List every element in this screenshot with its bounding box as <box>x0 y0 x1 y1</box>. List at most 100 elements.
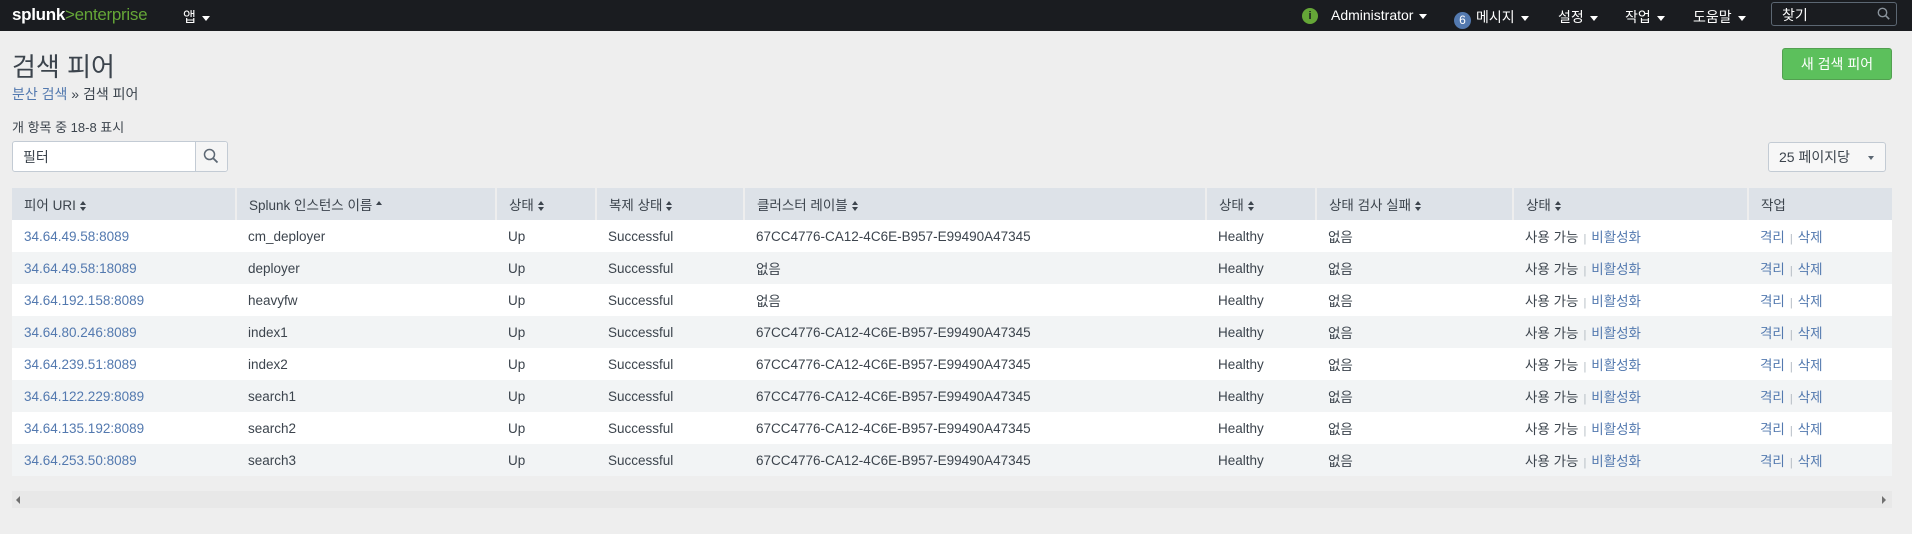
disable-link[interactable]: 비활성화 <box>1591 358 1641 373</box>
enabled-label: 사용 가능 <box>1525 326 1579 341</box>
peer-uri-link[interactable]: 34.64.239.51:8089 <box>24 357 137 372</box>
cell-peer-uri: 34.64.49.58:18089 <box>12 252 236 284</box>
horizontal-scrollbar[interactable] <box>12 491 1892 508</box>
cell-actions: 격리 | 삭제 <box>1748 220 1892 252</box>
disable-link[interactable]: 비활성화 <box>1591 294 1641 309</box>
quarantine-link[interactable]: 격리 <box>1760 326 1785 341</box>
separator: | <box>1789 265 1793 277</box>
delete-link[interactable]: 삭제 <box>1798 358 1823 373</box>
peer-uri-link[interactable]: 34.64.253.50:8089 <box>24 453 137 468</box>
per-page-label: 25 페이지당 <box>1779 149 1850 165</box>
scroll-left-icon[interactable] <box>16 496 20 504</box>
messages-menu[interactable]: 6 메시지 <box>1454 7 1529 29</box>
quarantine-link[interactable]: 격리 <box>1760 390 1785 405</box>
disable-link[interactable]: 비활성화 <box>1591 390 1641 405</box>
app-menu[interactable]: 앱 <box>183 7 210 27</box>
header-label: 상태 <box>1526 198 1551 213</box>
column-header-cluster-label[interactable]: 클러스터 레이블 <box>744 188 1207 220</box>
disable-link[interactable]: 비활성화 <box>1591 262 1641 277</box>
quarantine-link[interactable]: 격리 <box>1760 230 1785 245</box>
peer-uri-link[interactable]: 34.64.192.158:8089 <box>24 293 144 308</box>
cell-peer-uri: 34.64.135.192:8089 <box>12 412 236 444</box>
disable-link[interactable]: 비활성화 <box>1591 230 1641 245</box>
global-search-input[interactable] <box>1780 6 1874 24</box>
info-icon[interactable]: i <box>1302 8 1318 24</box>
quarantine-link[interactable]: 격리 <box>1760 262 1785 277</box>
cell-status: Up <box>496 220 596 252</box>
settings-menu[interactable]: 설정 <box>1558 7 1598 27</box>
column-header-peer-uri[interactable]: 피어 URI <box>12 188 237 220</box>
cell-health-status: Healthy <box>1206 348 1316 380</box>
header-label: 상태 검사 실패 <box>1329 198 1412 213</box>
header-label: 상태 <box>1219 198 1244 213</box>
search-icon[interactable] <box>1877 7 1890 25</box>
peer-uri-link[interactable]: 34.64.49.58:18089 <box>24 261 137 276</box>
separator: | <box>1583 393 1587 405</box>
help-menu[interactable]: 도움말 <box>1693 7 1746 27</box>
peer-uri-link[interactable]: 34.64.49.58:8089 <box>24 229 129 244</box>
delete-link[interactable]: 삭제 <box>1798 230 1823 245</box>
item-count-text: 개 항목 중 18-8 표시 <box>12 120 125 135</box>
delete-link[interactable]: 삭제 <box>1798 262 1823 277</box>
logo-gt: > <box>65 5 75 24</box>
table-row: 34.64.253.50:8089 search3 Up Successful 67CC… <box>12 444 1892 476</box>
activity-menu[interactable]: 작업 <box>1625 7 1665 27</box>
separator: | <box>1789 457 1793 469</box>
enabled-label: 사용 가능 <box>1525 422 1579 437</box>
new-search-peer-button[interactable]: 새 검색 피어 <box>1782 48 1892 80</box>
messages-menu-label: 메시지 <box>1476 9 1515 25</box>
activity-menu-label: 작업 <box>1625 9 1651 25</box>
peer-uri-link[interactable]: 34.64.122.229:8089 <box>24 389 144 404</box>
delete-link[interactable]: 삭제 <box>1798 454 1823 469</box>
quarantine-link[interactable]: 격리 <box>1760 422 1785 437</box>
disable-link[interactable]: 비활성화 <box>1591 326 1641 341</box>
delete-link[interactable]: 삭제 <box>1798 326 1823 341</box>
enabled-label: 사용 가능 <box>1525 294 1579 309</box>
splunk-logo[interactable]: splunk>enterprise <box>12 5 148 25</box>
breadcrumb-current: 검색 피어 <box>83 86 139 102</box>
quarantine-link[interactable]: 격리 <box>1760 358 1785 373</box>
sort-icon <box>1247 201 1254 212</box>
per-page-dropdown[interactable]: 25 페이지당 <box>1768 142 1886 172</box>
column-header-instance-name[interactable]: Splunk 인스턴스 이름 <box>236 188 497 220</box>
filter-box <box>12 141 228 172</box>
breadcrumb-link-distributed-search[interactable]: 분산 검색 <box>12 86 67 102</box>
separator: | <box>1583 265 1587 277</box>
top-navigation-bar: splunk>enterprise 앱 i Administrator 6 메시지… <box>0 0 1912 31</box>
header-label: 상태 <box>509 198 534 213</box>
peer-uri-link[interactable]: 34.64.135.192:8089 <box>24 421 144 436</box>
peer-uri-link[interactable]: 34.64.80.246:8089 <box>24 325 137 340</box>
cell-replication-status: Successful <box>596 316 744 348</box>
table-row: 34.64.49.58:8089 cm_deployer Up Successful 6… <box>12 220 1892 252</box>
column-header-enabled-status[interactable]: 상태 <box>1513 188 1749 220</box>
column-header-replication-status[interactable]: 복제 상태 <box>596 188 745 220</box>
cell-instance-name: cm_deployer <box>236 220 496 252</box>
sort-icon <box>537 201 544 212</box>
column-header-health-check-failures[interactable]: 상태 검사 실패 <box>1316 188 1514 220</box>
column-header-health-status[interactable]: 상태 <box>1206 188 1317 220</box>
separator: | <box>1583 233 1587 245</box>
table-row: 34.64.239.51:8089 index2 Up Successful 67CC4… <box>12 348 1892 380</box>
breadcrumb-separator: » <box>67 86 83 102</box>
sort-ascending-icon <box>376 201 383 211</box>
separator: | <box>1789 361 1793 373</box>
user-menu[interactable]: Administrator <box>1331 7 1428 23</box>
filter-input[interactable] <box>21 148 205 166</box>
scroll-right-icon[interactable] <box>1882 496 1886 504</box>
delete-link[interactable]: 삭제 <box>1798 390 1823 405</box>
cell-health-status: Healthy <box>1206 412 1316 444</box>
quarantine-link[interactable]: 격리 <box>1760 294 1785 309</box>
delete-link[interactable]: 삭제 <box>1798 294 1823 309</box>
filter-search-button[interactable] <box>195 142 227 171</box>
sort-icon <box>1554 201 1561 212</box>
column-header-status[interactable]: 상태 <box>496 188 597 220</box>
cell-cluster-label: 67CC4776-CA12-4C6E-B957-E99490A47345 <box>744 316 1206 348</box>
chevron-down-icon <box>1419 13 1428 19</box>
cell-cluster-label: 67CC4776-CA12-4C6E-B957-E99490A47345 <box>744 444 1206 476</box>
delete-link[interactable]: 삭제 <box>1798 422 1823 437</box>
table-header-row: 피어 URI Splunk 인스턴스 이름 상태 복제 상태 클러스터 레이블 … <box>12 188 1892 220</box>
cell-instance-name: search1 <box>236 380 496 412</box>
quarantine-link[interactable]: 격리 <box>1760 454 1785 469</box>
disable-link[interactable]: 비활성화 <box>1591 422 1641 437</box>
disable-link[interactable]: 비활성화 <box>1591 454 1641 469</box>
